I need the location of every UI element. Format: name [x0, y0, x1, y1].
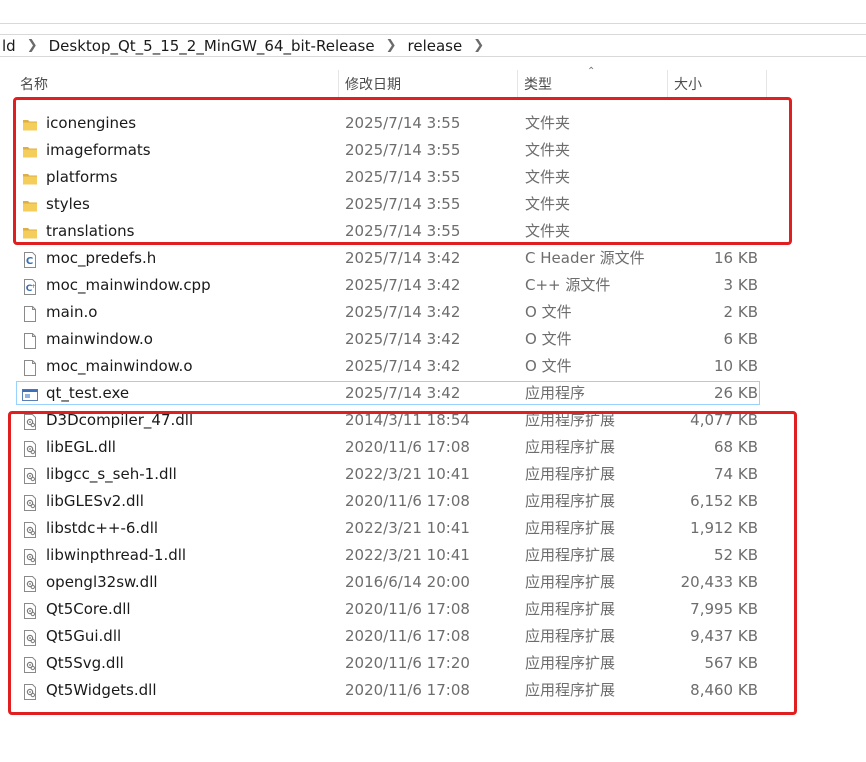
file-date: 2025/7/14 3:42	[345, 249, 461, 267]
file-date: 2025/7/14 3:42	[345, 330, 461, 348]
file-name[interactable]: mainwindow.o	[46, 326, 153, 353]
column-divider[interactable]	[766, 70, 767, 98]
file-size: 26 KB	[714, 384, 758, 402]
file-row[interactable]: C + moc_mainwindow.cpp 2025/7/14 3:42 C++ 源文…	[0, 272, 866, 299]
file-row[interactable]: qt_test.exe 2025/7/14 3:42 应用程序 26 KB	[0, 380, 866, 407]
file-row[interactable]: moc_mainwindow.o 2025/7/14 3:42 O 文件 10 KB	[0, 353, 866, 380]
file-date: 2025/7/14 3:42	[345, 303, 461, 321]
chevron-right-icon[interactable]: ❯	[464, 38, 493, 53]
c-header-file-icon: C	[22, 250, 38, 268]
file-name[interactable]: moc_predefs.h	[46, 245, 156, 272]
file-name[interactable]: moc_mainwindow.o	[46, 353, 193, 380]
svg-text:C: C	[26, 256, 33, 267]
breadcrumb-item[interactable]: release	[406, 37, 465, 55]
chevron-right-icon[interactable]: ❯	[377, 38, 406, 53]
file-size: 3 KB	[723, 276, 758, 294]
exe-file-icon	[22, 385, 38, 401]
chevron-right-icon[interactable]: ❯	[18, 38, 47, 53]
file-date: 2025/7/14 3:42	[345, 276, 461, 294]
file-type: O 文件	[525, 357, 572, 375]
blank-file-icon	[22, 331, 38, 349]
blank-file-icon	[22, 358, 38, 376]
file-row[interactable]: main.o 2025/7/14 3:42 O 文件 2 KB	[0, 299, 866, 326]
column-header-date[interactable]: 修改日期	[339, 70, 517, 98]
file-name[interactable]: moc_mainwindow.cpp	[46, 272, 211, 299]
blank-file-icon	[22, 304, 38, 322]
breadcrumb-item[interactable]: Desktop_Qt_5_15_2_MinGW_64_bit-Release	[47, 37, 377, 55]
file-name[interactable]: qt_test.exe	[46, 380, 129, 407]
cpp-file-icon: C +	[22, 277, 38, 295]
file-type: O 文件	[525, 330, 572, 348]
file-size: 6 KB	[723, 330, 758, 348]
svg-text:+: +	[31, 283, 36, 290]
file-size: 10 KB	[714, 357, 758, 375]
file-date: 2025/7/14 3:42	[345, 384, 461, 402]
file-size: 16 KB	[714, 249, 758, 267]
address-bar[interactable]: ld ❯ Desktop_Qt_5_15_2_MinGW_64_bit-Rele…	[0, 34, 866, 57]
file-size: 2 KB	[723, 303, 758, 321]
column-header-size[interactable]: 大小	[668, 70, 766, 98]
file-date: 2025/7/14 3:42	[345, 357, 461, 375]
file-type: 应用程序	[525, 384, 586, 402]
column-header: 名称 修改日期 类型 大小	[0, 70, 866, 98]
file-type: C++ 源文件	[525, 276, 611, 294]
file-type: O 文件	[525, 303, 572, 321]
breadcrumb-item[interactable]: ld	[0, 37, 18, 55]
file-type: C Header 源文件	[525, 249, 645, 267]
highlight-box-dlls	[8, 411, 797, 715]
column-header-name[interactable]: 名称	[14, 70, 338, 98]
file-name[interactable]: main.o	[46, 299, 97, 326]
highlight-box-folders	[13, 97, 792, 245]
toolbar-area	[0, 0, 866, 24]
file-row[interactable]: Cmoc_predefs.h 2025/7/14 3:42 C Header 源文件…	[0, 245, 866, 272]
column-header-type[interactable]: 类型	[518, 70, 667, 98]
file-row[interactable]: mainwindow.o 2025/7/14 3:42 O 文件 6 KB	[0, 326, 866, 353]
divider	[0, 23, 866, 24]
